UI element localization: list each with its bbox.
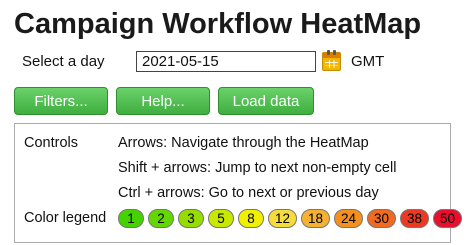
legend-chip: 30 bbox=[367, 208, 396, 228]
legend-chip: 8 bbox=[238, 208, 264, 228]
select-day-label: Select a day bbox=[22, 52, 105, 70]
timezone-label: GMT bbox=[351, 52, 385, 70]
legend-chip: 1 bbox=[118, 208, 144, 228]
color-legend-label: Color legend bbox=[24, 210, 107, 226]
legend-chip: 2 bbox=[148, 208, 174, 228]
load-data-button[interactable]: Load data bbox=[218, 87, 314, 115]
legend-chip: 3 bbox=[178, 208, 204, 228]
legend-chip: 50 bbox=[433, 208, 462, 228]
controls-label: Controls bbox=[24, 135, 78, 151]
day-selector: Select a day GMT bbox=[22, 49, 385, 72]
controls-line: Arrows: Navigate through the HeatMap bbox=[118, 135, 369, 151]
controls-panel: Controls Arrows: Navigate through the He… bbox=[14, 123, 462, 243]
controls-row: Controls Arrows: Navigate through the He… bbox=[24, 132, 369, 154]
controls-line: Shift + arrows: Jump to next non-empty c… bbox=[118, 160, 397, 176]
legend-chip: 24 bbox=[334, 208, 363, 228]
legend-chip: 5 bbox=[208, 208, 234, 228]
calendar-icon[interactable] bbox=[322, 49, 341, 71]
controls-line: Ctrl + arrows: Go to next or previous da… bbox=[118, 185, 379, 201]
help-button[interactable]: Help... bbox=[116, 87, 210, 115]
legend-chip: 18 bbox=[301, 208, 330, 228]
heatmap-page: Campaign Workflow HeatMap Select a day G… bbox=[0, 0, 474, 245]
color-legend-row: Color legend 1 2 3 5 8 12 18 24 30 38 50 bbox=[24, 207, 462, 229]
date-input[interactable] bbox=[136, 50, 316, 72]
controls-row: Ctrl + arrows: Go to next or previous da… bbox=[24, 182, 379, 204]
action-buttons: Filters... Help... Load data bbox=[14, 87, 314, 115]
legend-chip: 38 bbox=[400, 208, 429, 228]
legend-chip: 12 bbox=[268, 208, 297, 228]
controls-row: Shift + arrows: Jump to next non-empty c… bbox=[24, 157, 396, 179]
filters-button[interactable]: Filters... bbox=[14, 87, 108, 115]
page-title: Campaign Workflow HeatMap bbox=[14, 8, 422, 40]
color-legend: 1 2 3 5 8 12 18 24 30 38 50 bbox=[118, 208, 462, 228]
